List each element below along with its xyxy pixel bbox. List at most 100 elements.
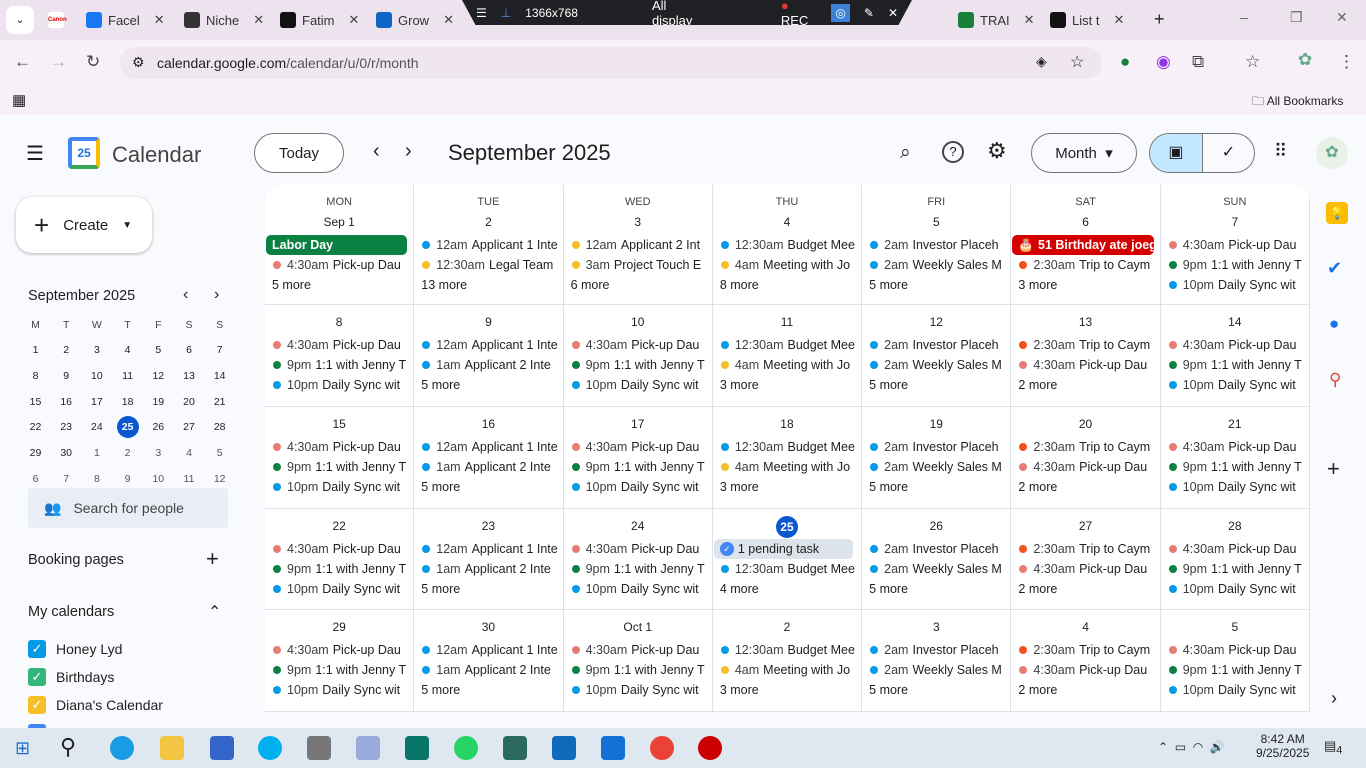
recorder-app-icon[interactable] [698,736,722,760]
event-item[interactable]: 12:30am Budget Mee [713,235,861,255]
more-events-link[interactable]: 4 more [713,579,861,599]
event-item[interactable]: 10pm Daily Sync wit [564,375,712,395]
tab-close-icon[interactable]: ✕ [253,12,264,28]
day-number[interactable]: 9 [414,312,562,332]
event-item[interactable]: 12am Applicant 1 Inte [414,235,562,255]
event-item[interactable]: 4:30am Pick-up Dau [1011,355,1159,375]
mini-day[interactable]: 11 [174,473,205,485]
day-number[interactable]: 29 [265,617,413,637]
browser-tab[interactable]: Niche ✕ [184,6,264,34]
event-item[interactable]: 10pm Daily Sync wit [265,477,413,497]
day-number[interactable]: 19 [862,414,1010,434]
event-item[interactable]: 3am Project Touch E [564,255,712,275]
event-item[interactable]: 12:30am Legal Team [414,255,562,275]
grammarly-icon[interactable]: ● [1120,52,1130,72]
day-cell[interactable]: 28 4:30am Pick-up Dau 9pm 1:1 with Jenny T 10… [1160,509,1310,610]
mini-day[interactable]: 6 [20,473,51,485]
event-item[interactable]: 12am Applicant 1 Inte [414,640,562,660]
mini-day[interactable]: 9 [112,473,143,485]
event-item[interactable]: 2:30am Trip to Caym [1011,539,1159,559]
more-events-link[interactable]: 8 more [713,275,861,295]
chrome-menu-icon[interactable]: ⋮ [1338,52,1355,72]
account-avatar[interactable]: ✿ [1316,137,1348,169]
tab-close-icon[interactable]: ✕ [1024,12,1035,28]
mini-day[interactable]: 20 [174,396,205,408]
more-events-link[interactable]: 13 more [414,275,562,295]
day-number[interactable]: 22 [265,516,413,536]
mini-day[interactable]: 29 [20,447,51,459]
event-item[interactable]: 2am Investor Placeh [862,437,1010,457]
day-cell[interactable]: 20 2:30am Trip to Caym 4:30am Pick-up Dau 2 m… [1011,407,1161,509]
mini-day[interactable]: 3 [143,447,174,459]
day-cell[interactable]: MON Sep 1 Labor Day 4:30am Pick-up Dau 5 more [265,185,415,305]
all-day-event[interactable]: Labor Day [266,235,408,255]
mini-day[interactable]: 10 [81,370,112,382]
event-item[interactable]: 4am Meeting with Jo [713,457,861,477]
event-item[interactable]: 9pm 1:1 with Jenny T [265,457,413,477]
event-item[interactable]: 4:30am Pick-up Dau [265,437,413,457]
tasks-view-icon[interactable]: ✓ [1201,134,1254,172]
new-tab-button[interactable]: + [1154,9,1165,30]
browser-tab[interactable]: Canon [48,6,67,34]
close-recorder-icon[interactable]: ✕ [888,6,898,20]
event-item[interactable]: 4am Meeting with Jo [713,355,861,375]
event-item[interactable]: 9pm 1:1 with Jenny T [1161,660,1309,680]
day-cell[interactable]: 30 12am Applicant 1 Inte 1am Applicant 2 Int… [414,610,564,712]
event-item[interactable]: 4:30am Pick-up Dau [1011,559,1159,579]
skype-icon[interactable] [258,736,282,760]
event-item[interactable]: 10pm Daily Sync wit [564,680,712,700]
more-events-link[interactable]: 5 more [862,375,1010,395]
mini-day[interactable]: 1 [20,344,51,356]
day-cell[interactable]: 12 2am Investor Placeh 2am Weekly Sales M5 m… [862,305,1012,407]
more-events-link[interactable]: 2 more [1011,579,1159,599]
help-icon[interactable]: ? [942,141,964,163]
day-number[interactable]: 7 [1161,212,1309,232]
day-number[interactable]: 5 [1161,617,1309,637]
publisher-icon[interactable] [405,736,429,760]
event-item[interactable]: 1am Applicant 2 Inte [414,660,562,680]
event-item[interactable]: 4:30am Pick-up Dau [265,255,413,275]
pen-icon[interactable]: ✎ [864,6,874,20]
event-item[interactable]: 10pm Daily Sync wit [265,375,413,395]
more-events-link[interactable]: 5 more [862,477,1010,497]
all-bookmarks-button[interactable]: 🗀 All Bookmarks [1252,92,1343,113]
event-item[interactable]: 4:30am Pick-up Dau [265,539,413,559]
day-cell[interactable]: 26 2am Investor Placeh 2am Weekly Sales M5 m… [862,509,1012,610]
mini-day[interactable]: 12 [143,370,174,382]
mini-day[interactable]: 15 [20,396,51,408]
more-events-link[interactable]: 3 more [713,680,861,700]
mini-day[interactable]: 7 [51,473,82,485]
site-info-icon[interactable]: ⚙ [132,54,145,71]
day-number[interactable]: 15 [265,414,413,434]
event-item[interactable]: 10pm Daily Sync wit [564,579,712,599]
today-button[interactable]: Today [254,133,344,173]
day-number[interactable]: 25 [713,516,861,538]
day-number[interactable]: 3 [564,212,712,232]
calendar-view-icon[interactable]: ▣ [1150,134,1202,172]
event-item[interactable]: 12:30am Budget Mee [713,559,861,579]
mini-day[interactable]: 3 [81,344,112,356]
browser-tab[interactable]: Facel ✕ [86,6,165,34]
day-cell[interactable]: 21 4:30am Pick-up Dau 9pm 1:1 with Jenny T 10… [1160,407,1310,509]
more-events-link[interactable]: 5 more [414,375,562,395]
whatsapp-icon[interactable] [454,736,478,760]
mini-day[interactable]: 8 [81,473,112,485]
day-cell[interactable]: 17 4:30am Pick-up Dau 9pm 1:1 with Jenny T 10… [563,407,713,509]
day-cell[interactable]: WED 3 12am Applicant 2 Int 3am Project Touch … [563,185,713,305]
day-number[interactable]: 3 [862,617,1010,637]
day-cell[interactable]: 25 ✓ 1 pending task 12:30am Budget Mee 4 more [712,509,863,610]
calendar-checkbox[interactable]: ✓ [28,696,46,714]
day-cell[interactable]: 13 2:30am Trip to Caym 4:30am Pick-up Dau 2 m… [1011,305,1161,407]
day-number[interactable]: 4 [1011,617,1159,637]
day-number[interactable]: 12 [862,312,1010,332]
event-item[interactable]: 2am Weekly Sales M [862,660,1010,680]
event-item[interactable]: 1am Applicant 2 Inte [414,559,562,579]
day-cell[interactable]: 4 2:30am Trip to Caym 4:30am Pick-up Dau 2 mo… [1011,610,1161,712]
bookmarks-star-icon[interactable]: ☆ [1245,52,1260,72]
search-people-input[interactable]: 👥 Search for people [28,488,228,528]
add-booking-page-icon[interactable]: + [206,546,219,572]
edge-icon[interactable] [110,736,134,760]
google-apps-icon[interactable]: ⠿ [1274,141,1287,162]
settings-gear-icon[interactable]: ⚙ [987,138,1007,164]
day-number[interactable]: 18 [713,414,861,434]
